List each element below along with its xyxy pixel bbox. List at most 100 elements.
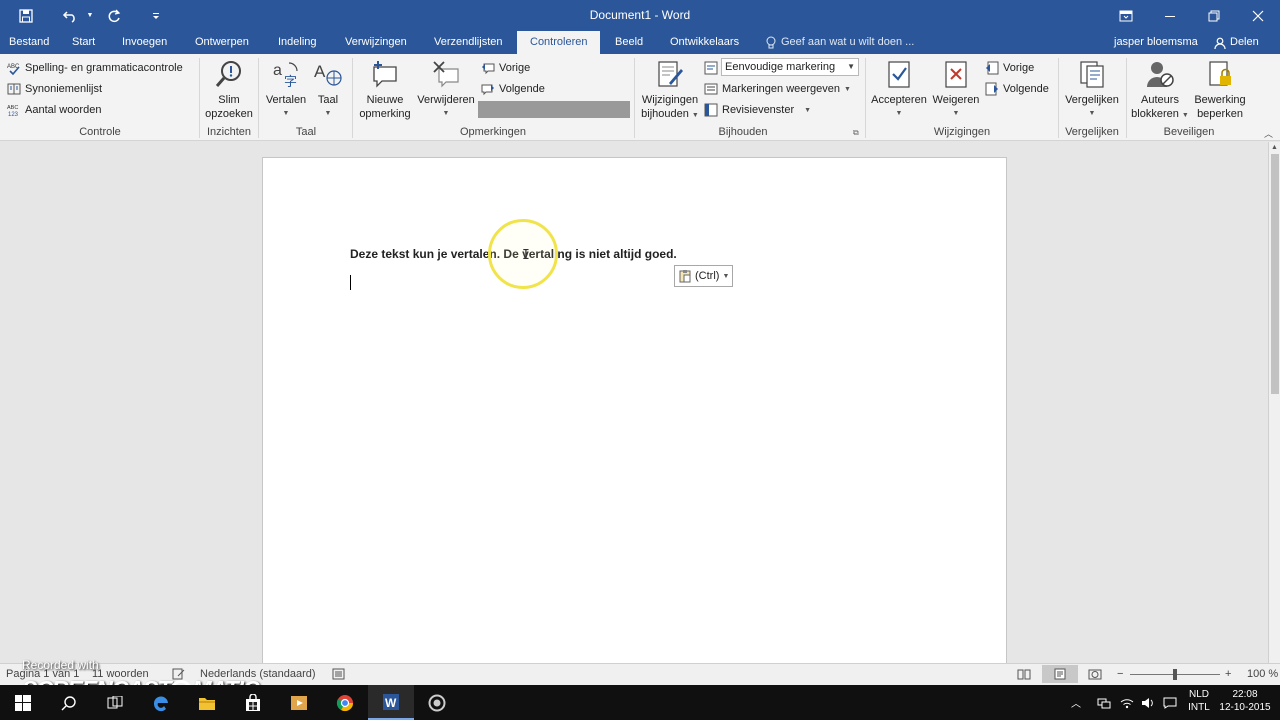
wifi-tray-icon[interactable] (1120, 685, 1134, 720)
tab-controleren[interactable]: Controleren (517, 31, 601, 54)
tell-me-box[interactable]: Geef aan wat u wilt doen ... (766, 31, 914, 54)
scrollbar-thumb[interactable] (1271, 154, 1279, 394)
print-layout-icon[interactable] (1042, 665, 1078, 683)
tab-start[interactable]: Start (63, 31, 104, 54)
file-explorer-icon[interactable] (184, 685, 230, 720)
tab-ontwikkelaars[interactable]: Ontwikkelaars (661, 31, 748, 54)
search-icon[interactable] (46, 685, 92, 720)
ribbon-tab-bar: Bestand Start Invoegen Ontwerpen Indelin… (0, 31, 1280, 54)
previous-comment-button[interactable]: Vorige (481, 58, 530, 78)
tab-indeling[interactable]: Indeling (269, 31, 326, 54)
thesaurus-icon (7, 83, 21, 95)
group-separator (199, 58, 200, 138)
thesaurus-button[interactable]: Synoniemenlijst (7, 79, 102, 99)
word-count-button[interactable]: ABC 123 Aantal woorden (7, 100, 101, 120)
window-controls (1104, 0, 1280, 31)
group-label-bijhouden: Bijhouden (718, 126, 768, 138)
document-page[interactable]: Deze tekst kun je vertalen. De vertaling… (262, 157, 1007, 677)
restrict-editing-button[interactable]: Bewerking beperken (1191, 58, 1249, 121)
tab-bestand[interactable]: Bestand (0, 31, 58, 54)
show-markup-button[interactable]: Markeringen weergeven ▼ (704, 79, 851, 99)
markup-mode-select[interactable]: Eenvoudige markering ▼ (721, 58, 859, 76)
tell-me-placeholder: Geef aan wat u wilt doen ... (781, 36, 915, 48)
spelling-grammar-button[interactable]: ABC Spelling- en grammaticacontrole (7, 58, 183, 78)
chrome-icon[interactable] (322, 685, 368, 720)
lang-line-2: INTL (1188, 702, 1210, 713)
web-layout-icon[interactable] (1088, 668, 1102, 683)
group-separator (634, 58, 635, 138)
show-markup-dropdown-icon: ▼ (844, 85, 851, 93)
minimize-icon[interactable] (1148, 0, 1192, 31)
smart-lookup-button[interactable]: Slim opzoeken (203, 58, 255, 121)
task-view-icon[interactable] (92, 685, 138, 720)
word-taskbar-icon[interactable]: W (368, 685, 414, 720)
volume-tray-icon[interactable] (1141, 685, 1155, 720)
person-icon (1214, 37, 1226, 49)
translate-button[interactable]: a字 Vertalen ▼ (262, 58, 310, 121)
reject-dropdown-icon: ▼ (952, 110, 960, 117)
close-icon[interactable] (1236, 0, 1280, 31)
next-comment-button[interactable]: Volgende (481, 79, 545, 99)
paste-options-dropdown-icon: ▼ (722, 272, 730, 280)
lightbulb-icon (766, 36, 776, 49)
macro-record-icon[interactable] (332, 668, 345, 683)
block-authors-button[interactable]: Auteurs blokkeren ▼ (1130, 58, 1190, 123)
paste-options-button[interactable]: (Ctrl) ▼ (674, 265, 733, 287)
clock[interactable]: 22:08 12-10-2015 (1216, 688, 1274, 714)
svg-text:A: A (314, 62, 326, 81)
collapse-ribbon-icon[interactable]: ︿ (1264, 127, 1273, 140)
notifications-tray-icon[interactable] (1163, 685, 1177, 720)
network-tray-icon[interactable] (1097, 685, 1111, 720)
tab-invoegen[interactable]: Invoegen (113, 31, 176, 54)
new-comment-icon (369, 58, 401, 90)
tab-verwijzingen[interactable]: Verwijzingen (336, 31, 416, 54)
new-comment-button[interactable]: Nieuwe opmerking (356, 58, 414, 121)
language-label: Taal (317, 94, 339, 106)
track-changes-button[interactable]: Wijzigingen bijhouden ▼ (638, 58, 702, 123)
text-cursor (350, 275, 351, 290)
reject-button[interactable]: Weigeren ▼ (930, 58, 982, 121)
zoom-slider-knob[interactable] (1173, 669, 1177, 680)
screencast-recorder-icon[interactable] (414, 685, 460, 720)
input-language-indicator[interactable]: NLD INTL (1183, 688, 1215, 714)
zoom-in-button[interactable]: + (1225, 668, 1231, 680)
vertical-scrollbar[interactable]: ▲ (1268, 142, 1280, 663)
group-separator (1126, 58, 1127, 138)
dialog-launcher-icon[interactable]: ⧉ (853, 128, 859, 138)
word-count-label: Aantal woorden (25, 104, 102, 116)
previous-change-button[interactable]: Vorige (985, 58, 1034, 78)
share-button[interactable]: Delen (1214, 31, 1259, 54)
edge-browser-icon[interactable] (138, 685, 184, 720)
group-label-taal: Taal (295, 126, 317, 138)
windows-taskbar: W ︿ NLD INTL 22:08 12-10-2015 (0, 685, 1280, 720)
group-label-inzichten: Inzichten (206, 126, 252, 138)
thesaurus-label: Synoniemenlijst (25, 83, 103, 95)
next-change-icon (985, 82, 998, 96)
svg-text:a: a (273, 62, 282, 79)
tab-beeld[interactable]: Beeld (606, 31, 652, 54)
next-change-button[interactable]: Volgende (985, 79, 1049, 99)
tab-verzendlijsten[interactable]: Verzendlijsten (425, 31, 512, 54)
zoom-level[interactable]: 100 % (1247, 668, 1278, 680)
language-button[interactable]: A Taal ▼ (311, 58, 345, 121)
delete-comment-button[interactable]: Verwijderen ▼ (415, 58, 477, 121)
tab-ontwerpen[interactable]: Ontwerpen (186, 31, 258, 54)
reviewing-pane-button[interactable]: Revisievenster ▼ (704, 100, 811, 120)
reviewing-pane-label: Revisievenster (722, 104, 795, 116)
ribbon-display-options-icon[interactable] (1104, 0, 1148, 31)
svg-text:W: W (385, 696, 397, 710)
read-mode-icon[interactable] (1017, 668, 1031, 683)
previous-comment-icon (482, 63, 495, 75)
restore-icon[interactable] (1192, 0, 1236, 31)
accept-button[interactable]: Accepteren ▼ (869, 58, 929, 121)
tray-expand-icon[interactable]: ︿ (1071, 685, 1085, 720)
windows-start-icon[interactable] (0, 685, 46, 720)
user-name[interactable]: jasper bloemsma (1114, 31, 1198, 54)
show-comments-button-disabled (478, 101, 630, 118)
store-icon[interactable] (230, 685, 276, 720)
media-player-icon[interactable] (276, 685, 322, 720)
zoom-out-button[interactable]: − (1117, 668, 1123, 680)
spelling-label: Spelling- en grammaticacontrole (25, 62, 183, 74)
scroll-up-icon[interactable]: ▲ (1271, 144, 1278, 151)
compare-button[interactable]: Vergelijken ▼ (1062, 58, 1122, 121)
